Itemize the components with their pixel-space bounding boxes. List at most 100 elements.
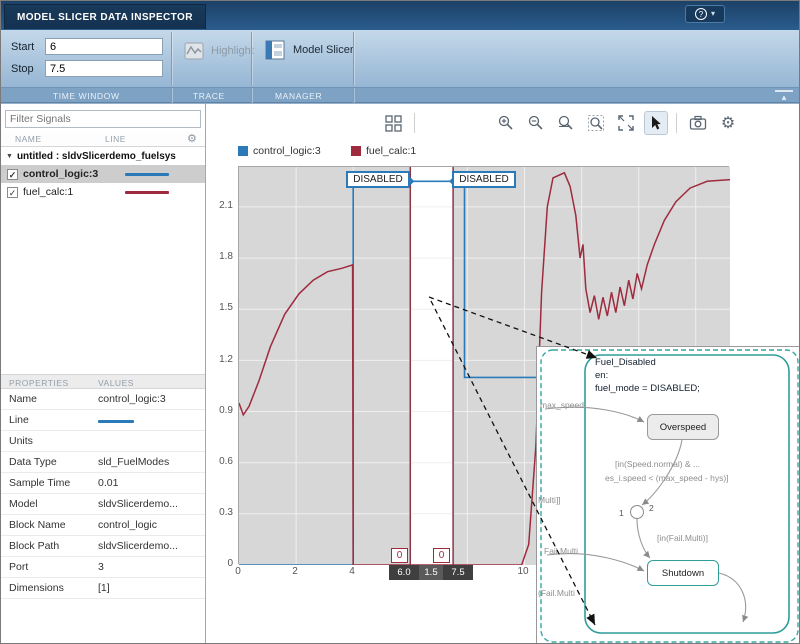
state-label: Shutdown [661, 567, 705, 579]
stateflow-inset-panel: Fuel_Disabled en: fuel_mode = DISABLED; … [536, 346, 799, 643]
junction-node [630, 505, 644, 519]
property-value: [1] [98, 582, 110, 594]
filter-signals-input[interactable] [5, 110, 201, 128]
column-line: LINE [105, 134, 126, 144]
property-value: sldvSlicerdemo... [98, 498, 178, 510]
cursor-value-box-right[interactable]: 0 [433, 548, 450, 563]
signals-columns-header: NAME LINE ⚙ [1, 131, 205, 147]
legend-label: control_logic:3 [253, 145, 321, 157]
state-overspeed: Overspeed [647, 414, 719, 440]
legend-control-logic: control_logic:3 [238, 145, 321, 157]
legend-fuel-calc: fuel_calc:1 [351, 145, 416, 157]
pointer-tool-button[interactable] [644, 111, 668, 135]
tree-expand-icon[interactable]: ▼ [6, 153, 13, 160]
property-value: control_logic [98, 519, 157, 531]
zoom-region-button[interactable] [584, 111, 608, 135]
property-row-dimensions: Dimensions [1] [1, 578, 205, 599]
x-tick: 4 [349, 566, 355, 577]
property-key: Sample Time [9, 477, 71, 489]
fuel-disabled-state-border [584, 354, 790, 634]
subplot-layout-button[interactable] [381, 111, 405, 135]
tab-model-slicer-data-inspector[interactable]: MODEL SLICER DATA INSPECTOR [4, 4, 206, 29]
property-row-block-name: Block Name control_logic [1, 515, 205, 536]
tree-root-label: untitled : sldvSlicerdemo_fuelsys [16, 151, 176, 162]
condition-speed-2: es_i.speed < (max_speed - hys)] [605, 473, 729, 483]
highlight-button[interactable]: Highlight [183, 40, 254, 62]
signal-row-fuel-calc[interactable]: ✓ fuel_calc:1 [1, 183, 205, 201]
property-row-model: Model sldvSlicerdemo... [1, 494, 205, 515]
y-tick: 0.3 [219, 507, 233, 518]
signal-row-control-logic[interactable]: ✓ control_logic:3 [1, 165, 205, 183]
y-tick: 0.9 [219, 405, 233, 416]
column-settings-gear-icon[interactable]: ⚙ [187, 132, 197, 145]
property-line-sample [98, 420, 134, 423]
property-row-name: Name control_logic:3 [1, 389, 205, 410]
fit-to-view-button[interactable] [614, 111, 638, 135]
property-value: control_logic:3 [98, 393, 166, 405]
signals-sidebar: NAME LINE ⚙ ▼ untitled : sldvSlicerdemo_… [1, 103, 206, 643]
chevron-down-icon: ▾ [710, 9, 715, 18]
property-row-data-type: Data Type sld_FuelModes [1, 452, 205, 473]
zoom-icon [558, 115, 573, 130]
settings-gear-icon[interactable]: ⚙ [716, 111, 740, 135]
property-row-units: Units [1, 431, 205, 452]
legend-label: fuel_calc:1 [366, 145, 417, 157]
cursor-value-callout-left[interactable]: DISABLED [346, 171, 410, 188]
cursor-arrow-icon [652, 116, 661, 130]
help-button[interactable]: ? ▾ [685, 5, 725, 23]
toolstrip-body: Start Stop Highlight Model Slicer [1, 30, 799, 87]
time-window-readout[interactable]: 6.0 1.5 7.5 [389, 565, 473, 580]
state-label: Overspeed [659, 421, 707, 433]
tab-title: MODEL SLICER DATA INSPECTOR [17, 11, 193, 23]
clipped-label-max-speed: max_speed [540, 400, 584, 410]
properties-header-value: VALUES [98, 378, 134, 388]
signal-checkbox[interactable]: ✓ [7, 168, 18, 180]
gear-glyph: ⚙ [720, 115, 736, 132]
zoom-in-icon [498, 115, 513, 130]
help-icon: ? [694, 8, 707, 20]
section-time-window: TIME WINDOW [53, 91, 120, 101]
property-value: 3 [98, 561, 104, 573]
property-key: Block Name [9, 519, 66, 531]
y-tick: 2.1 [219, 200, 233, 211]
cursor-value: 0 [396, 550, 403, 561]
zoom-out-button[interactable] [524, 111, 548, 135]
y-tick: 1.2 [219, 354, 233, 365]
signal-name: fuel_calc:1 [23, 186, 74, 198]
snapshot-button[interactable] [686, 111, 710, 135]
tree-root-row[interactable]: ▼ untitled : sldvSlicerdemo_fuelsys [1, 148, 205, 165]
model-slicer-label: Model Slicer [293, 44, 354, 56]
time-window-band [410, 167, 454, 565]
toolstrip-separator [353, 32, 354, 85]
cursor-value-box-left[interactable]: 0 [391, 548, 408, 563]
model-slicer-button[interactable]: Model Slicer [263, 38, 354, 62]
collapse-toolstrip-button[interactable]: ▴ [775, 90, 793, 103]
property-value: sldvSlicerdemo... [98, 540, 178, 552]
grid-layout-icon [384, 114, 402, 132]
state-entry-label: en: [595, 370, 609, 381]
title-band: MODEL SLICER DATA INSPECTOR ? ▾ [1, 1, 799, 30]
section-separator [171, 88, 172, 103]
signal-checkbox[interactable]: ✓ [7, 186, 18, 198]
collapse-icon: ▴ [781, 92, 787, 102]
signal-line-sample [125, 172, 169, 176]
start-input[interactable] [45, 38, 163, 55]
property-value: sld_FuelModes [98, 456, 170, 468]
zoom-time-button[interactable] [554, 111, 578, 135]
y-tick: 1.8 [219, 251, 233, 262]
property-key: Port [9, 561, 29, 573]
property-key: Line [9, 414, 29, 426]
zoom-in-button[interactable] [494, 111, 518, 135]
toolstrip-separator [251, 32, 252, 85]
section-trace: TRACE [193, 91, 225, 101]
start-label: Start [11, 41, 35, 53]
cursor-value-callout-right[interactable]: DISABLED [452, 171, 516, 188]
junction-label-1: 1 [619, 508, 624, 518]
x-tick: 0 [235, 566, 241, 577]
clipped-label-fail-multi: Fail.Multi [544, 546, 579, 556]
readout-start: 6.0 [389, 565, 419, 580]
stop-input[interactable] [45, 60, 163, 77]
signal-line-sample [125, 190, 169, 194]
signal-name: control_logic:3 [23, 168, 99, 180]
clipped-label-multi: Multi]] [538, 495, 561, 505]
